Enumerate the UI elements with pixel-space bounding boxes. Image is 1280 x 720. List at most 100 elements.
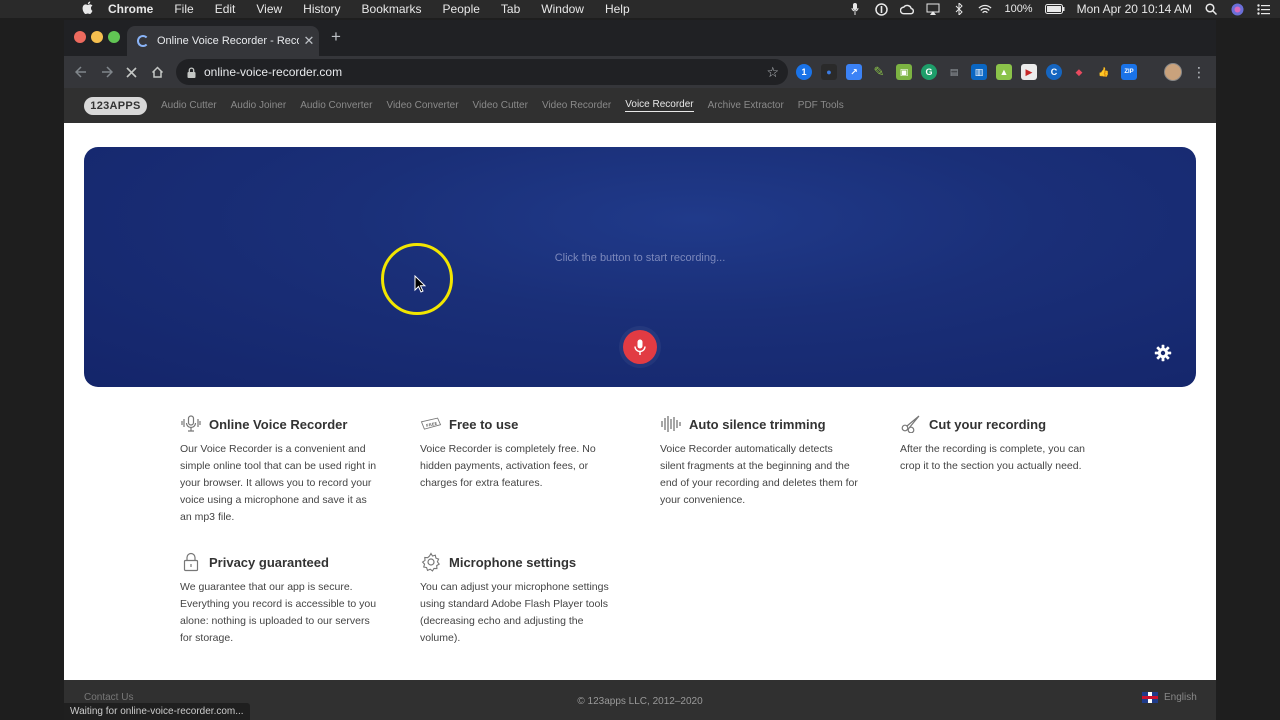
window-close-button[interactable] [74, 31, 86, 43]
menu-app-name[interactable]: Chrome [108, 2, 153, 16]
menu-bookmarks[interactable]: Bookmarks [362, 2, 422, 16]
lock-icon [180, 552, 202, 572]
battery-percent: 100% [1004, 3, 1033, 15]
feature-description: You can adjust your microphone settings … [420, 581, 609, 644]
bluetooth-tray-icon[interactable] [952, 3, 966, 15]
feature-privacy-guaranteed: Privacy guaranteed We guarantee that our… [180, 551, 380, 647]
gear-icon [1154, 344, 1172, 362]
menu-history[interactable]: History [303, 2, 340, 16]
feature-description: After the recording is complete, you can… [900, 443, 1086, 472]
home-button[interactable] [146, 61, 168, 83]
feature-title: Privacy guaranteed [209, 554, 329, 570]
feature-cut-your-recording: Cut your recording After the recording i… [900, 413, 1100, 475]
video-extension-icon[interactable]: ▶ [1021, 64, 1037, 80]
feature-microphone-settings: Microphone settings You can adjust your … [420, 551, 620, 647]
nav-video-converter[interactable]: Video Converter [386, 100, 458, 111]
nav-video-recorder[interactable]: Video Recorder [542, 100, 611, 111]
menu-file[interactable]: File [174, 2, 193, 16]
language-selector[interactable]: English [1142, 692, 1197, 703]
arrow-extension-icon[interactable]: ↗ [846, 64, 862, 80]
menu-people[interactable]: People [443, 2, 480, 16]
wifi-tray-icon[interactable] [978, 3, 992, 15]
menu-help[interactable]: Help [605, 2, 630, 16]
siri-icon[interactable] [1230, 3, 1244, 15]
chrome-menu-icon[interactable]: ⋮ [1192, 62, 1206, 82]
image-extension-icon[interactable]: ▲ [996, 64, 1012, 80]
profile-avatar[interactable] [1164, 63, 1182, 81]
feature-description: Voice Recorder automatically detects sil… [660, 443, 858, 506]
menu-window[interactable]: Window [541, 2, 584, 16]
feature-title: Cut your recording [929, 416, 1047, 432]
menu-edit[interactable]: Edit [215, 2, 236, 16]
waveform-icon [660, 414, 682, 434]
zip-extension-icon[interactable]: ZIP [1121, 64, 1137, 80]
feature-description: We guarantee that our app is secure. Eve… [180, 581, 377, 644]
nav-video-cutter[interactable]: Video Cutter [473, 100, 528, 111]
url-text[interactable]: online-voice-recorder.com [204, 65, 766, 79]
nav-audio-joiner[interactable]: Audio Joiner [231, 100, 287, 111]
bookmark-star-icon[interactable]: ☆ [766, 64, 779, 81]
site-navigation: 123APPS Audio Cutter Audio Joiner Audio … [64, 88, 1216, 123]
gray-extension-icon[interactable]: ▤ [946, 64, 962, 80]
lock-icon[interactable] [186, 66, 196, 78]
browser-tab-active[interactable]: Online Voice Recorder - Recor ✕ [127, 26, 319, 56]
onepassword-tray-icon[interactable] [874, 2, 888, 16]
trello-extension-icon[interactable]: ▥ [971, 64, 987, 80]
grammarly-extension-icon[interactable]: G [921, 64, 937, 80]
battery-icon[interactable] [1044, 3, 1065, 15]
page-content: Click the button to start recording... O… [64, 123, 1216, 680]
browser-toolbar: online-voice-recorder.com ☆ 1 ● ↗ ✎ ▣ G … [64, 56, 1216, 88]
feature-title: Free to use [449, 416, 519, 432]
loading-spinner-icon [137, 35, 149, 47]
menubar-clock[interactable]: Mon Apr 20 10:14 AM [1077, 2, 1192, 16]
menu-tab[interactable]: Tab [501, 2, 520, 16]
feature-free-to-use: FREE Free to use Voice Recorder is compl… [420, 413, 620, 492]
svg-text:FREE: FREE [426, 421, 438, 428]
browser-window: Online Voice Recorder - Recor ✕ + online… [64, 20, 1216, 720]
nav-audio-converter[interactable]: Audio Converter [300, 100, 372, 111]
tag-extension-icon[interactable]: ◆ [1071, 64, 1087, 80]
creative-cloud-tray-icon[interactable] [900, 3, 915, 15]
menu-view[interactable]: View [256, 2, 282, 16]
window-minimize-button[interactable] [91, 31, 103, 43]
blue-dot-extension-icon[interactable]: ● [821, 64, 837, 80]
free-tag-icon: FREE [420, 414, 442, 434]
green-extension-icon[interactable]: ▣ [896, 64, 912, 80]
site-logo[interactable]: 123APPS [84, 96, 147, 115]
airplay-tray-icon[interactable] [926, 3, 940, 15]
nav-audio-cutter[interactable]: Audio Cutter [161, 100, 217, 111]
gear-icon [420, 552, 442, 572]
window-maximize-button[interactable] [108, 31, 120, 43]
feature-description: Our Voice Recorder is a convenient and s… [180, 443, 377, 523]
nav-pdf-tools[interactable]: PDF Tools [798, 100, 844, 111]
tab-title: Online Voice Recorder - Recor [157, 35, 299, 47]
macos-menubar: Chrome File Edit View History Bookmarks … [0, 0, 1280, 18]
recorder-settings-button[interactable] [1152, 342, 1174, 364]
extensions-bar: 1 ● ↗ ✎ ▣ G ▤ ▥ ▲ ▶ C ◆ 👍 ZIP [796, 64, 1137, 80]
language-label: English [1164, 692, 1197, 703]
new-tab-button[interactable]: + [328, 28, 344, 46]
uk-flag-icon [1142, 692, 1158, 703]
pen-extension-icon[interactable]: ✎ [871, 64, 887, 80]
forward-button[interactable] [96, 61, 118, 83]
onepassword-extension-icon[interactable]: 1 [796, 64, 812, 80]
tab-close-icon[interactable]: ✕ [299, 33, 319, 49]
nav-archive-extractor[interactable]: Archive Extractor [708, 100, 784, 111]
spotlight-search-icon[interactable] [1204, 3, 1218, 15]
back-button[interactable] [70, 61, 92, 83]
recorder-hint: Click the button to start recording... [554, 252, 726, 264]
stop-loading-button[interactable] [120, 61, 142, 83]
thumbs-up-extension-icon[interactable]: 👍 [1096, 64, 1112, 80]
feature-online-voice-recorder: Online Voice Recorder Our Voice Recorder… [180, 413, 380, 526]
scissors-icon [900, 414, 922, 434]
microphone-icon [634, 339, 646, 355]
recorder-panel: Click the button to start recording... [84, 147, 1196, 387]
c-extension-icon[interactable]: C [1046, 64, 1062, 80]
notification-center-icon[interactable] [1256, 3, 1270, 15]
nav-voice-recorder[interactable]: Voice Recorder [625, 99, 694, 112]
microphone-tray-icon[interactable] [848, 3, 862, 15]
address-bar[interactable]: online-voice-recorder.com ☆ [176, 59, 788, 85]
apple-icon[interactable] [80, 1, 94, 17]
feature-auto-silence-trimming: Auto silence trimming Voice Recorder aut… [660, 413, 860, 509]
record-button[interactable] [623, 330, 657, 364]
